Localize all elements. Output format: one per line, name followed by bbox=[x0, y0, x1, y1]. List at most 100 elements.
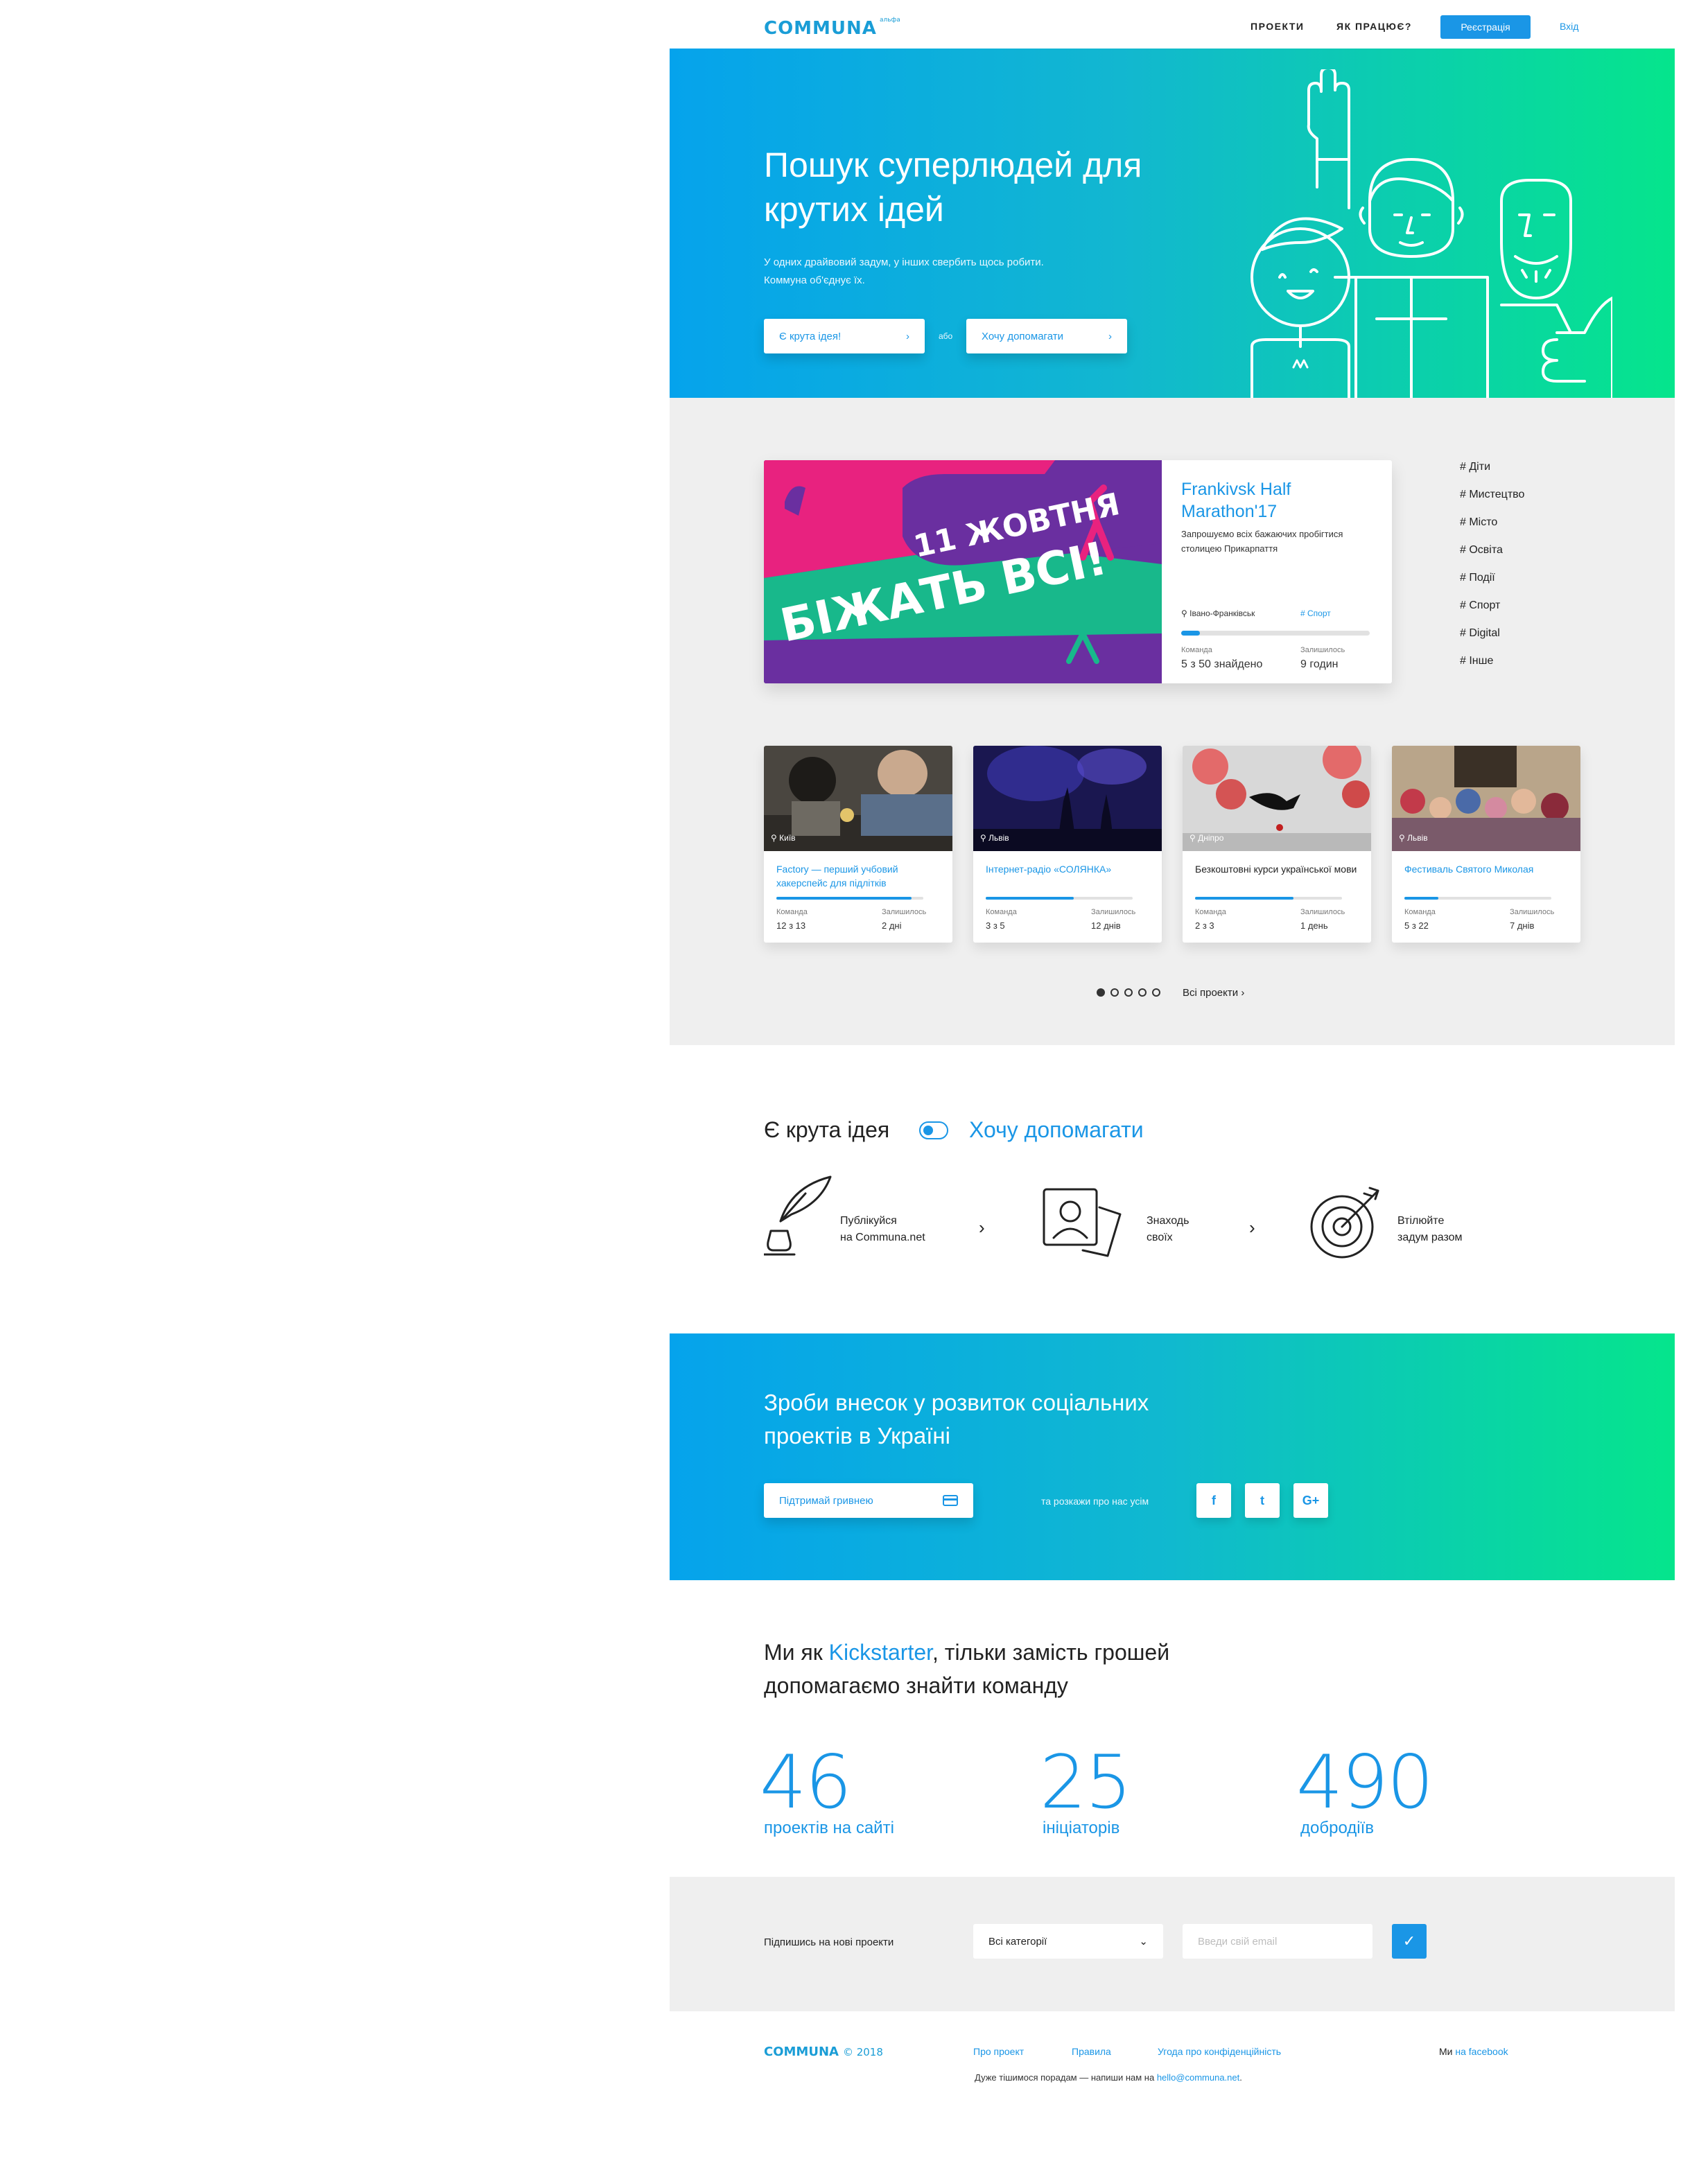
chevron-right-icon: › bbox=[1249, 1217, 1255, 1238]
idea-button[interactable]: Є крута ідея! › bbox=[764, 319, 925, 353]
how-help-label[interactable]: Хочу допомагати bbox=[969, 1117, 1144, 1143]
donate-button[interactable]: Підтримай гривнею bbox=[764, 1483, 973, 1518]
project-card[interactable]: ⚲ Львів Інтернет-радіо «СОЛЯНКА» Команда… bbox=[973, 746, 1162, 943]
pin-icon: ⚲ bbox=[1190, 833, 1199, 843]
tag-children[interactable]: # Діти bbox=[1460, 460, 1598, 474]
chevron-right-icon: › bbox=[1108, 330, 1112, 342]
card-team-label: Команда bbox=[1404, 908, 1436, 916]
login-link[interactable]: Вхід bbox=[1560, 21, 1578, 32]
card-title: Фестиваль Святого Миколая bbox=[1404, 864, 1534, 875]
subscribe-submit-button[interactable]: ✓ bbox=[1392, 1924, 1427, 1959]
subscribe-section: Підпишись на нові проекти Всі категорії … bbox=[670, 1877, 1675, 2011]
carousel-dot[interactable] bbox=[1138, 988, 1147, 997]
featured-description: Запрошуємо всіх бажаючих пробігтися стол… bbox=[1181, 529, 1343, 554]
featured-left-label: Залишилось bbox=[1300, 646, 1345, 654]
featured-team-value: 5 з 50 знайдено bbox=[1181, 658, 1263, 670]
tag-list: # Діти # Мистецтво # Місто # Освіта # По… bbox=[1460, 460, 1598, 682]
card-progress-fill bbox=[1195, 897, 1294, 900]
pin-icon: ⚲ bbox=[1181, 609, 1190, 618]
card-left-label: Залишилось bbox=[1510, 908, 1555, 916]
google-plus-share-button[interactable]: G+ bbox=[1293, 1483, 1328, 1518]
footer-link-rules[interactable]: Правила bbox=[1072, 2046, 1111, 2057]
people-illustration-icon bbox=[1250, 69, 1612, 398]
card-progress-track bbox=[1404, 897, 1551, 900]
featured-project-card[interactable]: 11 ЖОВТНЯ БІЖАТЬ ВСІ! Frankivsk Half Mar… bbox=[764, 460, 1392, 683]
card-left-label: Залишилось bbox=[1091, 908, 1136, 916]
kickstarter-title: Ми як Kickstarter, тільки замість грошей… bbox=[764, 1640, 1170, 1698]
carousel-dot[interactable] bbox=[1110, 988, 1119, 997]
check-icon: ✓ bbox=[1402, 1932, 1416, 1950]
card-left-value: 2 дні bbox=[882, 920, 902, 931]
footer-email-link[interactable]: hello@communa.net bbox=[1157, 2072, 1239, 2083]
featured-team-label: Команда bbox=[1181, 646, 1212, 654]
carousel-dot[interactable] bbox=[1152, 988, 1160, 997]
profile-card-icon bbox=[1043, 1188, 1122, 1257]
nav-how-it-works[interactable]: ЯК ПРАЦЮЄ? bbox=[1336, 21, 1412, 32]
card-progress-track bbox=[986, 897, 1133, 900]
step-implement: Втілюйте задум разом bbox=[1397, 1215, 1463, 1243]
target-icon bbox=[1310, 1187, 1379, 1259]
card-team-value: 2 з 3 bbox=[1195, 920, 1214, 931]
nav-projects[interactable]: ПРОЕКТИ bbox=[1250, 21, 1304, 32]
mode-toggle[interactable] bbox=[919, 1121, 948, 1139]
hero-title: Пошук суперлюдей для крутих ідей bbox=[764, 146, 1142, 229]
email-field[interactable] bbox=[1183, 1924, 1372, 1959]
donate-button-label: Підтримай гривнею bbox=[779, 1494, 873, 1507]
card-team-label: Команда bbox=[1195, 908, 1226, 916]
stat-volunteers-label: добродіїв bbox=[1300, 1819, 1375, 1837]
footer-link-privacy[interactable]: Угода про конфіденційність bbox=[1158, 2046, 1281, 2057]
hero-banner: Пошук суперлюдей для крутих ідей У одних… bbox=[670, 49, 1675, 398]
footer-facebook: Ми на facebook bbox=[1439, 2046, 1508, 2057]
card-left-value: 12 днів bbox=[1091, 920, 1121, 931]
tag-events[interactable]: # Події bbox=[1460, 571, 1598, 585]
card-title: Безкоштовні курси української мови bbox=[1195, 864, 1357, 875]
project-card[interactable]: ⚲ Дніпро Безкоштовні курси української м… bbox=[1183, 746, 1371, 943]
tag-art[interactable]: # Мистецтво bbox=[1460, 488, 1598, 502]
all-projects-link[interactable]: Всі проекти › bbox=[1183, 987, 1244, 999]
tag-digital[interactable]: # Digital bbox=[1460, 627, 1598, 640]
card-title: Factory — перший учбовий хакерспейс для … bbox=[776, 864, 898, 889]
logo[interactable]: COMMUNA альфа bbox=[764, 17, 900, 39]
card-progress-fill bbox=[776, 897, 912, 900]
stat-initiators-label: ініціаторів bbox=[1043, 1819, 1120, 1837]
project-card[interactable]: ⚲ Львів Фестиваль Святого Миколая Команд… bbox=[1392, 746, 1580, 943]
tag-education[interactable]: # Освіта bbox=[1460, 543, 1598, 557]
tag-sport[interactable]: # Спорт bbox=[1460, 599, 1598, 613]
chevron-down-icon: ⌄ bbox=[1139, 1936, 1148, 1948]
card-progress-track bbox=[1195, 897, 1342, 900]
stat-volunteers-value: 490 bbox=[1296, 1740, 1434, 1825]
facebook-share-button[interactable]: f bbox=[1196, 1483, 1231, 1518]
step-publish: Публікуйся на Communa.net bbox=[840, 1215, 925, 1243]
card-left-value: 7 днів bbox=[1510, 920, 1535, 931]
tag-other[interactable]: # Інше bbox=[1460, 654, 1598, 668]
tag-city[interactable]: # Місто bbox=[1460, 516, 1598, 530]
pin-icon: ⚲ bbox=[980, 833, 989, 843]
stat-projects-label: проектів на сайті bbox=[764, 1819, 894, 1837]
register-button[interactable]: Реєстрація bbox=[1440, 15, 1531, 39]
card-progress-fill bbox=[986, 897, 1074, 900]
how-idea-label[interactable]: Є крута ідея bbox=[764, 1117, 889, 1143]
project-card[interactable]: ⚲ Київ Factory — перший учбовий хакерспе… bbox=[764, 746, 952, 943]
card-progress-track bbox=[776, 897, 923, 900]
footer-link-about[interactable]: Про проект bbox=[973, 2046, 1024, 2057]
card-team-label: Команда bbox=[776, 908, 808, 916]
card-left-label: Залишилось bbox=[1300, 908, 1345, 916]
carousel-dot[interactable] bbox=[1097, 988, 1105, 997]
page: COMMUNA альфа ПРОЕКТИ ЯК ПРАЦЮЄ? Реєстрац… bbox=[670, 0, 1675, 2161]
pin-icon: ⚲ bbox=[1399, 833, 1408, 843]
card-team-value: 5 з 22 bbox=[1404, 920, 1429, 931]
featured-tag[interactable]: # Спорт bbox=[1300, 609, 1331, 618]
card-location: ⚲ Львів bbox=[980, 833, 1009, 843]
footer-year: © 2018 bbox=[842, 2046, 883, 2058]
carousel-dot[interactable] bbox=[1124, 988, 1133, 997]
carousel-dots bbox=[1097, 988, 1160, 997]
card-location: ⚲ Львів bbox=[1399, 833, 1428, 843]
category-select[interactable]: Всі категорії ⌄ bbox=[973, 1924, 1163, 1959]
facebook-link[interactable]: на facebook bbox=[1455, 2046, 1508, 2057]
card-location: ⚲ Київ bbox=[771, 833, 796, 843]
twitter-share-button[interactable]: t bbox=[1245, 1483, 1280, 1518]
featured-location: ⚲ Івано-Франківськ bbox=[1181, 609, 1255, 618]
footer-logo[interactable]: COMMUNA © 2018 bbox=[764, 2045, 883, 2059]
step-find: Знаходь своїх bbox=[1147, 1215, 1190, 1243]
help-button[interactable]: Хочу допомагати › bbox=[966, 319, 1127, 353]
